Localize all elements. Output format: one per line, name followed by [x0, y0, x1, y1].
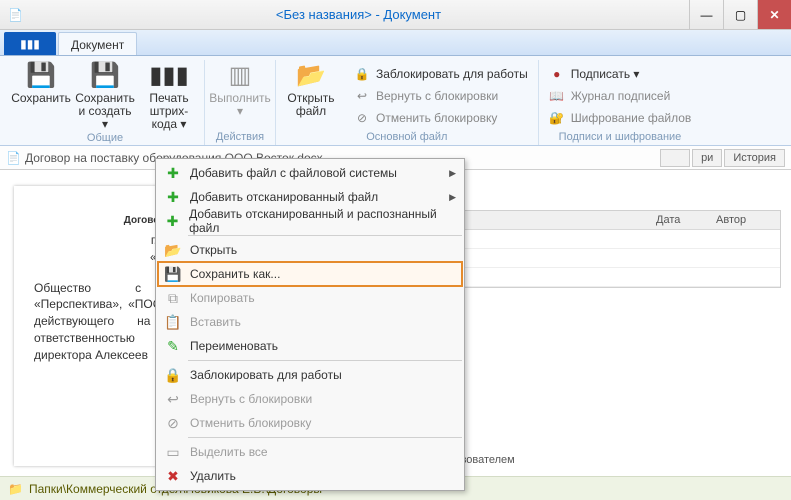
select-all-icon: ▭ — [164, 444, 182, 461]
signature-journal-button[interactable]: 📖Журнал подписей — [545, 86, 696, 106]
add-scan-icon: ✚ — [164, 189, 182, 206]
sign-button[interactable]: ●Подписать ▾ — [545, 64, 696, 84]
cancel-icon: ⊘ — [354, 111, 370, 125]
group-label: Общие — [12, 132, 198, 146]
maximize-button[interactable]: ▢ — [723, 0, 757, 29]
save-and-create-button[interactable]: 💾Сохранить и создать ▾ — [76, 60, 134, 132]
ctx-paste[interactable]: 📋Вставить — [158, 310, 462, 334]
barcode-icon: ▮▮▮ — [149, 62, 189, 90]
lock-icon: 🔒 — [164, 367, 182, 384]
doc-icon: 📄 — [6, 151, 21, 165]
ribbon: 💾Сохранить 💾Сохранить и создать ▾ ▮▮▮Печ… — [0, 56, 791, 146]
minimize-button[interactable]: — — [689, 0, 723, 29]
file-tab[interactable]: ▮▮▮ — [4, 32, 56, 55]
group-label: Основной файл — [282, 131, 532, 145]
ctx-copy[interactable]: ⧉Копировать — [158, 286, 462, 310]
add-file-icon: ✚ — [164, 165, 182, 182]
folder-icon: 📁 — [8, 482, 23, 496]
ctx-delete[interactable]: ✖Удалить — [158, 464, 462, 488]
ctx-rename[interactable]: ✎Переименовать — [158, 334, 462, 358]
paste-icon: 📋 — [164, 314, 182, 331]
ctx-select-all[interactable]: ▭Выделить все — [158, 440, 462, 464]
cancel-lock-button[interactable]: ⊘Отменить блокировку — [350, 108, 532, 128]
execute-button[interactable]: ▥Выполнить ▾ — [211, 60, 269, 118]
window-title: <Без названия> - Документ — [28, 7, 689, 22]
rename-icon: ✎ — [164, 338, 182, 355]
minitab[interactable]: ри — [692, 149, 722, 167]
context-menu: ✚Добавить файл с файловой системы▶ ✚Доба… — [155, 158, 465, 491]
delete-icon: ✖ — [164, 468, 182, 485]
print-barcode-button[interactable]: ▮▮▮Печать штрих-кода ▾ — [140, 60, 198, 132]
add-scan-ocr-icon: ✚ — [164, 213, 181, 230]
chevron-right-icon: ▶ — [449, 168, 456, 179]
open-icon: 📂 — [164, 242, 182, 259]
chevron-right-icon: ▶ — [449, 192, 456, 203]
titlebar: 📄 <Без названия> - Документ — ▢ ✕ — [0, 0, 791, 30]
execute-icon: ▥ — [229, 62, 252, 90]
save-create-icon: 💾 — [90, 62, 120, 90]
minitab-history[interactable]: История — [724, 149, 785, 167]
lock-button[interactable]: 🔒Заблокировать для работы — [350, 64, 532, 84]
ribbon-tabs: ▮▮▮ Документ — [0, 30, 791, 56]
app-icon: 📄 — [8, 8, 28, 22]
return-icon: ↩ — [164, 391, 182, 408]
ctx-add-scan-ocr[interactable]: ✚Добавить отсканированный и распознанный… — [158, 209, 462, 233]
col-author[interactable]: Автор — [710, 211, 780, 229]
close-button[interactable]: ✕ — [757, 0, 791, 29]
cancel-icon: ⊘ — [164, 415, 182, 432]
lock-icon: 🔐 — [549, 111, 565, 125]
minitab[interactable] — [660, 149, 690, 167]
journal-icon: 📖 — [549, 89, 565, 103]
ctx-lock[interactable]: 🔒Заблокировать для работы — [158, 363, 462, 387]
ctx-unlock-return[interactable]: ↩Вернуть с блокировки — [158, 387, 462, 411]
ctx-add-file[interactable]: ✚Добавить файл с файловой системы▶ — [158, 161, 462, 185]
stamp-icon: ● — [549, 67, 565, 81]
return-icon: ↩ — [354, 89, 370, 103]
ctx-open[interactable]: 📂Открыть — [158, 238, 462, 262]
lock-icon: 🔒 — [354, 67, 370, 81]
tab-document[interactable]: Документ — [58, 32, 137, 55]
ctx-save-as[interactable]: 💾Сохранить как... — [158, 262, 462, 286]
open-file-button[interactable]: 📂Открыть файл — [282, 60, 340, 128]
copy-icon: ⧉ — [164, 290, 182, 307]
ctx-add-scan[interactable]: ✚Добавить отсканированный файл▶ — [158, 185, 462, 209]
encrypt-button[interactable]: 🔐Шифрование файлов — [545, 108, 696, 128]
folder-open-icon: 📂 — [296, 62, 326, 90]
group-label: Подписи и шифрование — [545, 131, 696, 145]
save-icon: 💾 — [164, 266, 182, 283]
col-date[interactable]: Дата — [650, 211, 710, 229]
return-from-lock-button[interactable]: ↩Вернуть с блокировки — [350, 86, 532, 106]
save-icon: 💾 — [26, 62, 56, 90]
ctx-unlock-cancel[interactable]: ⊘Отменить блокировку — [158, 411, 462, 435]
save-button[interactable]: 💾Сохранить — [12, 60, 70, 132]
group-label: Действия — [211, 131, 269, 145]
